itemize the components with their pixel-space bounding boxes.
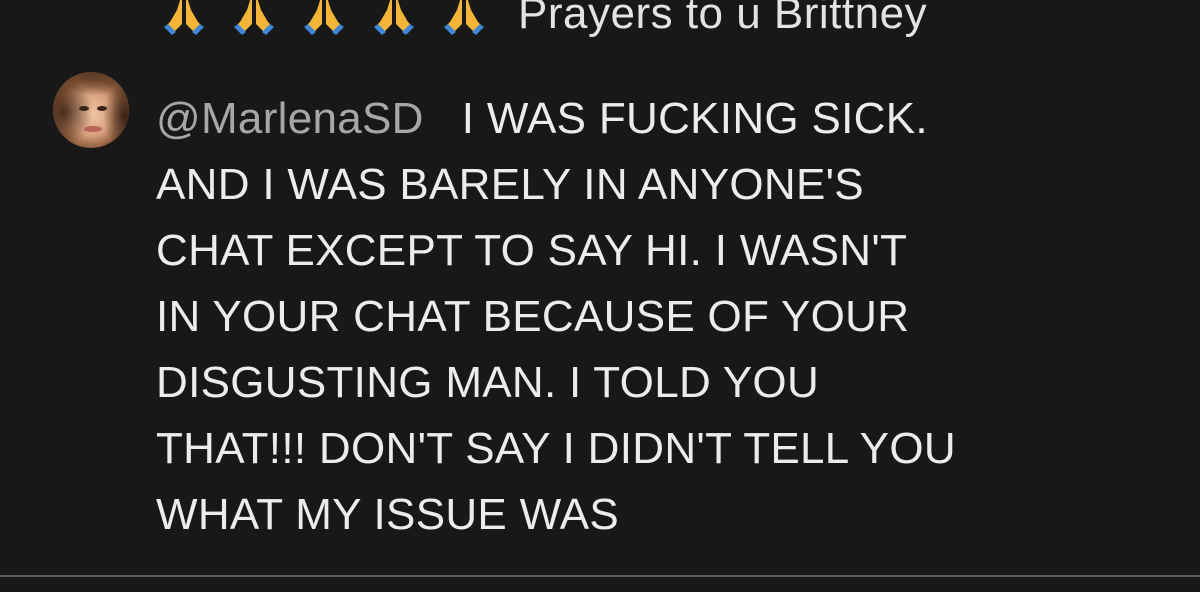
- folded-hands-icon: [304, 0, 344, 35]
- comment-first-line: @MarlenaSD I WAS FUCKING SICK.: [156, 86, 1156, 152]
- folded-hands-icon: [444, 0, 484, 35]
- comment-text-line: IN YOUR CHAT BECAUSE OF YOUR: [156, 292, 910, 341]
- avatar-eye: [97, 106, 107, 111]
- comment-text-line: I WAS FUCKING SICK.: [461, 94, 928, 143]
- comment-text-line: CHAT EXCEPT TO SAY HI. I WASN'T: [156, 226, 908, 275]
- folded-hands-icon: [234, 0, 274, 35]
- emoji-row: [160, 0, 488, 36]
- folded-hands-icon: [164, 0, 204, 35]
- previous-comment-text: Prayers to u Brittney: [518, 0, 928, 38]
- mention-link[interactable]: @MarlenaSD: [156, 94, 424, 143]
- comment-text-line: WHAT MY ISSUE WAS: [156, 490, 620, 539]
- avatar-lips: [84, 126, 102, 132]
- avatar-hair: [53, 72, 129, 148]
- comment-text-line: DISGUSTING MAN. I TOLD YOU: [156, 358, 820, 407]
- avatar-eye: [79, 106, 89, 111]
- comment-thread-screen: Prayers to u Brittney @MarlenaSD I WAS FU…: [0, 0, 1200, 592]
- folded-hands-icon: [374, 0, 414, 35]
- comment-body: @MarlenaSD I WAS FUCKING SICK. AND I WAS …: [156, 86, 1156, 548]
- divider: [0, 575, 1200, 577]
- comment-text-line: AND I WAS BARELY IN ANYONE'S: [156, 160, 864, 209]
- comment-text-line: THAT!!! DON'T SAY I DIDN'T TELL YOU: [156, 424, 956, 473]
- previous-comment: Prayers to u Brittney: [160, 0, 927, 46]
- user-avatar[interactable]: [53, 72, 129, 148]
